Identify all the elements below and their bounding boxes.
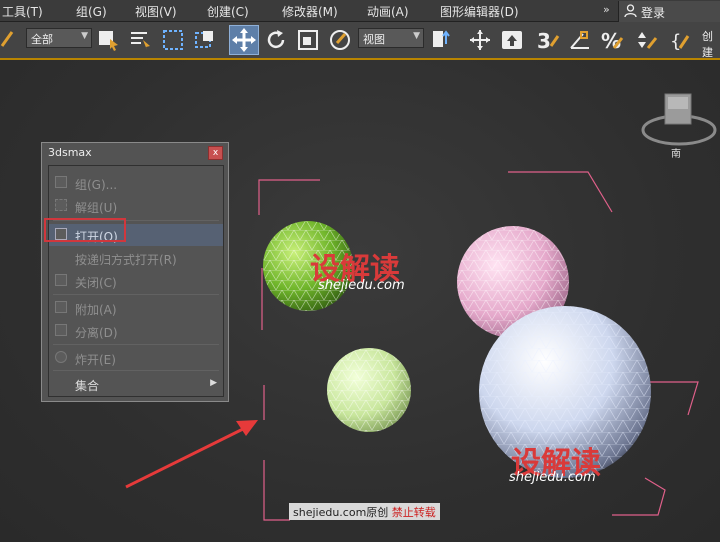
user-icon [624, 4, 637, 18]
menu-item-label: 组(G)... [75, 178, 118, 192]
menu-item-label: 关闭(C) [75, 276, 117, 290]
footer-watermark: shejiedu.com原创 禁止转载 [289, 503, 440, 520]
open-item-highlight-box [44, 218, 126, 242]
watermark-url-2: shejiedu.com [509, 470, 596, 485]
move-icon [232, 28, 256, 52]
menu-item-close[interactable]: 关闭(C) [49, 270, 223, 292]
spinner-snap-icon[interactable] [634, 28, 658, 52]
detach-icon [55, 324, 67, 336]
footer-site: shejiedu.com原创 [293, 506, 389, 519]
select-by-name-icon[interactable] [129, 28, 153, 52]
chevron-down-icon: ▼ [413, 31, 420, 41]
menu-views[interactable]: 视图(V) [135, 3, 177, 20]
menu-item-detach[interactable]: 分离(D) [49, 320, 223, 342]
menu-item-label: 炸开(E) [75, 353, 116, 367]
window-crossing-icon[interactable] [193, 28, 217, 52]
menu-item-label: 集合 [75, 379, 100, 393]
reference-coordinate-value: 视图 [363, 33, 385, 46]
menu-animation[interactable]: 动画(A) [367, 3, 409, 20]
separator [53, 370, 219, 371]
svg-text:{: { [670, 31, 681, 52]
menu-item-label: 分离(D) [75, 326, 118, 340]
dialog-title: 3dsmax [48, 146, 92, 159]
menu-item-label: 解组(U) [75, 201, 118, 215]
svg-text:3: 3 [537, 29, 551, 52]
login-button[interactable]: 登录 [618, 1, 720, 22]
submenu-arrow-icon: ▶ [210, 378, 217, 388]
close-button[interactable]: x [208, 146, 223, 160]
reference-coordinate-dropdown[interactable]: 视图 ▼ [358, 28, 424, 48]
watermark-url-1: shejiedu.com [318, 278, 405, 293]
menu-group[interactable]: 组(G) [76, 3, 107, 20]
separator [53, 294, 219, 295]
menu-graph-editors[interactable]: 图形编辑器(D) [440, 3, 519, 20]
red-arrow-annotation [125, 420, 258, 489]
menu-item-explode[interactable]: 炸开(E) [49, 347, 223, 369]
link-icon[interactable] [0, 28, 16, 52]
percent-snap-icon[interactable]: % [600, 28, 624, 52]
group-quad-menu-dialog: 3dsmax x 组(G)... 解组(U) 打开(O) 按递归方式打开(R) … [41, 142, 229, 402]
group-menu-list: 组(G)... 解组(U) 打开(O) 按递归方式打开(R) 关闭(C) 附加(… [48, 165, 224, 397]
snaps-toggle-icon[interactable]: 3 [536, 28, 560, 52]
ungroup-icon [55, 199, 67, 211]
main-toolbar: 全部 ▼ 视图 ▼ 3 % {创建 [0, 22, 720, 60]
rectangular-selection-icon[interactable] [161, 28, 185, 52]
close-icon: x [212, 148, 219, 158]
chevron-down-icon: ▼ [81, 31, 88, 41]
separator [53, 344, 219, 345]
angle-snap-icon[interactable] [568, 28, 592, 52]
scale-icon[interactable] [296, 28, 320, 52]
place-icon[interactable] [328, 28, 352, 52]
selection-filter-value: 全部 [31, 33, 53, 46]
menu-tools[interactable]: 工具(T) [2, 3, 43, 20]
svg-text:%: % [601, 29, 621, 52]
attach-icon [55, 301, 67, 313]
menu-item-open-recursively[interactable]: 按递归方式打开(R) [49, 247, 223, 269]
menu-item-attach[interactable]: 附加(A) [49, 297, 223, 319]
close-group-icon [55, 274, 67, 286]
login-label: 登录 [641, 6, 666, 20]
menu-overflow-button[interactable]: » [603, 3, 610, 16]
viewcube-south-label: 南 [671, 149, 681, 160]
footer-warning: 禁止转载 [391, 506, 436, 519]
create-selection-set-label[interactable]: 创建 [702, 28, 720, 60]
pivot-icon[interactable] [430, 28, 454, 52]
named-selection-icon[interactable]: { [670, 28, 694, 52]
menu-item-group[interactable]: 组(G)... [49, 172, 223, 194]
keyboard-shortcut-icon[interactable] [500, 28, 524, 52]
group-icon [55, 176, 67, 188]
menu-item-label: 按递归方式打开(R) [75, 253, 177, 267]
menu-modifiers[interactable]: 修改器(M) [282, 3, 338, 20]
light-green-sphere-mesh [327, 348, 411, 432]
rotate-icon[interactable] [264, 28, 288, 52]
menu-item-label: 附加(A) [75, 303, 117, 317]
select-manipulate-icon[interactable] [468, 28, 492, 52]
menu-item-ungroup[interactable]: 解组(U) [49, 195, 223, 217]
menu-item-assembly[interactable]: 集合 ▶ [49, 373, 223, 395]
selection-filter-dropdown[interactable]: 全部 ▼ [26, 28, 92, 48]
viewcube-icon[interactable] [641, 93, 717, 146]
menu-create[interactable]: 创建(C) [207, 3, 249, 20]
menu-bar: 工具(T) 组(G) 视图(V) 创建(C) 修改器(M) 动画(A) 图形编辑… [0, 0, 720, 22]
explode-icon [55, 351, 67, 363]
move-tool-button[interactable] [229, 25, 259, 55]
select-object-icon[interactable] [97, 28, 121, 52]
